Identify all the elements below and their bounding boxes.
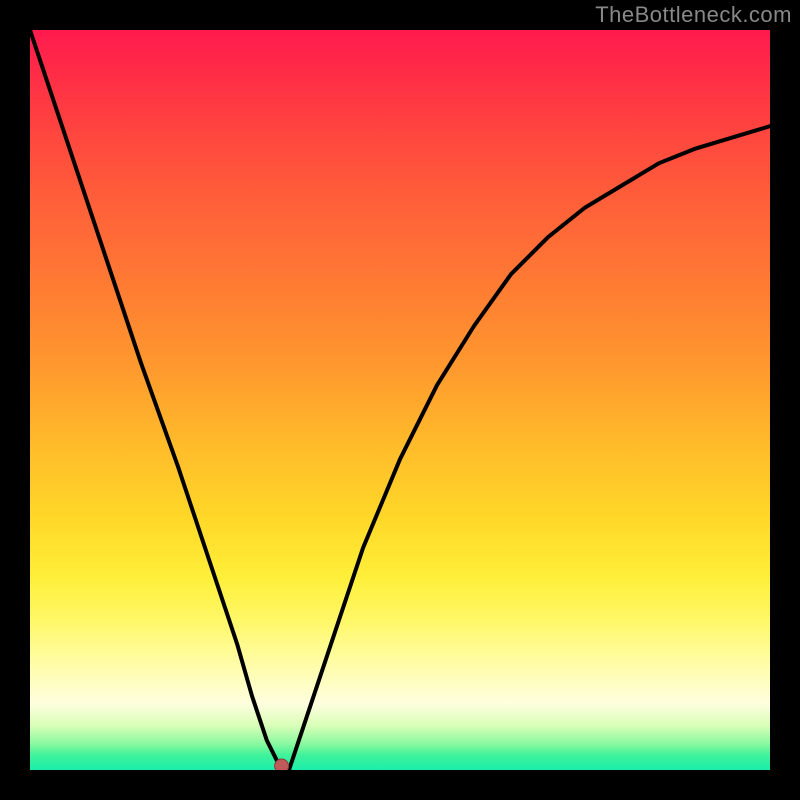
minimum-point (275, 759, 289, 770)
chart-container: TheBottleneck.com (0, 0, 800, 800)
bottleneck-curve (30, 30, 770, 770)
watermark-text: TheBottleneck.com (595, 2, 792, 28)
plot-area (30, 30, 770, 770)
curve-svg (30, 30, 770, 770)
